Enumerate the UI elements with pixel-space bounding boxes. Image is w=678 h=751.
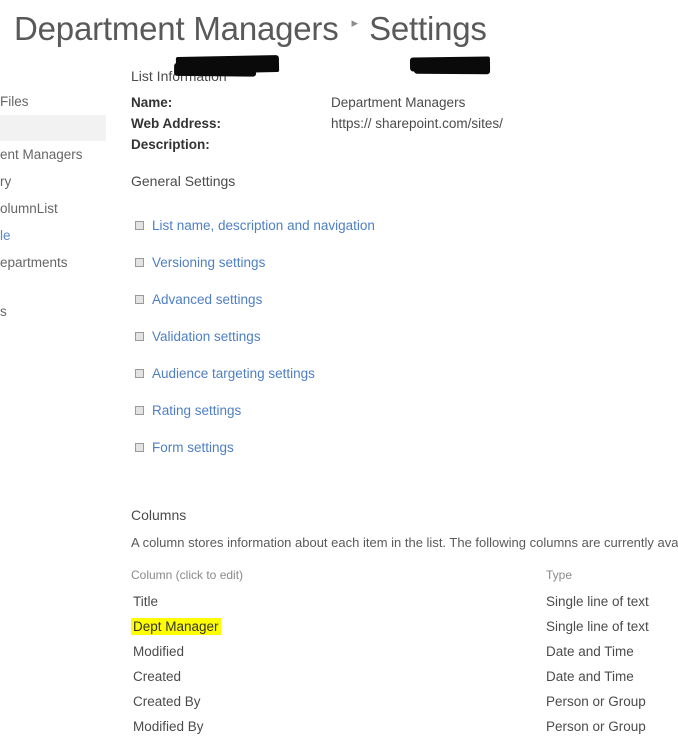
column-name-cell: Created — [131, 664, 546, 689]
table-row: Title Single line of text — [131, 589, 678, 614]
settings-row-validation: Validation settings — [131, 318, 678, 355]
bullet-square-icon — [135, 369, 144, 378]
sidebar-item-files[interactable]: Files — [0, 88, 106, 115]
settings-row-advanced: Advanced settings — [131, 281, 678, 318]
sidebar-selected-band — [0, 115, 106, 141]
column-link-modified[interactable]: Modified — [131, 643, 186, 660]
columns-section: Columns A column stores information abou… — [131, 507, 678, 739]
settings-content: List Information Name: Department Manage… — [131, 0, 678, 751]
column-type-cell: Single line of text — [546, 619, 649, 634]
column-name-cell: Modified By — [131, 714, 546, 739]
settings-row-rating: Rating settings — [131, 392, 678, 429]
link-form-settings[interactable]: Form settings — [152, 440, 234, 455]
table-row: Modified Date and Time — [131, 639, 678, 664]
bullet-square-icon — [135, 406, 144, 415]
list-information-title: List Information — [131, 68, 227, 84]
settings-row-form: Form settings — [131, 429, 678, 466]
sidebar-item-columnlist[interactable]: olumnList — [0, 195, 106, 222]
column-link-dept-manager[interactable]: Dept Manager — [131, 618, 221, 635]
column-name-cell: Modified — [131, 639, 546, 664]
settings-row-versioning: Versioning settings — [131, 244, 678, 281]
column-type-cell: Date and Time — [546, 669, 634, 684]
link-advanced-settings[interactable]: Advanced settings — [152, 292, 262, 307]
sidebar-item-departments[interactable]: epartments — [0, 249, 106, 276]
bullet-square-icon — [135, 295, 144, 304]
info-row-web-address: Web Address: https:// sharepoint.com/sit… — [131, 55, 678, 137]
link-rating-settings[interactable]: Rating settings — [152, 403, 241, 418]
list-information-section: List Information Name: Department Manage… — [131, 55, 678, 158]
bullet-square-icon — [135, 258, 144, 267]
link-versioning-settings[interactable]: Versioning settings — [152, 255, 265, 270]
bullet-square-icon — [135, 221, 144, 230]
table-row: Created Date and Time — [131, 664, 678, 689]
sidebar-item-s[interactable]: s — [0, 298, 106, 325]
sidebar-item-le[interactable]: le — [0, 222, 106, 249]
column-link-modified-by[interactable]: Modified By — [131, 718, 206, 735]
info-label-web-address: Web Address: — [131, 116, 222, 131]
column-link-created[interactable]: Created — [131, 668, 183, 685]
column-header-name: Column (click to edit) — [131, 568, 244, 582]
column-type-cell: Person or Group — [546, 719, 646, 734]
column-type-cell: Date and Time — [546, 644, 634, 659]
info-label-description: Description: — [131, 137, 210, 152]
general-settings-section: General Settings List name, description … — [131, 173, 678, 466]
table-row: Created By Person or Group — [131, 689, 678, 714]
column-name-cell: Dept Manager — [131, 614, 546, 639]
columns-title: Columns — [131, 507, 187, 523]
columns-description: A column stores information about each i… — [131, 535, 678, 550]
column-type-cell: Single line of text — [546, 594, 649, 609]
table-row: Dept Manager Single line of text — [131, 614, 678, 639]
table-row: Modified By Person or Group — [131, 714, 678, 739]
columns-table-header-row: Column (click to edit) Type — [131, 561, 678, 589]
info-value-name: Department Managers — [331, 95, 466, 110]
settings-row-list-name: List name, description and navigation — [131, 207, 678, 244]
link-audience-targeting-settings[interactable]: Audience targeting settings — [152, 366, 315, 381]
left-navigation: Files ent Managers ry olumnList le epart… — [0, 88, 106, 325]
info-value-web-address: https:// sharepoint.com/sites/ — [331, 116, 503, 131]
column-name-cell: Created By — [131, 689, 546, 714]
info-row-name: Name: Department Managers — [131, 95, 678, 116]
bullet-square-icon — [135, 332, 144, 341]
column-type-cell: Person or Group — [546, 694, 646, 709]
info-label-name: Name: — [131, 95, 173, 110]
column-header-type: Type — [546, 568, 573, 582]
link-validation-settings[interactable]: Validation settings — [152, 329, 261, 344]
info-row-description: Description: — [131, 137, 678, 158]
column-name-cell: Title — [131, 589, 546, 614]
sidebar-item-department-managers[interactable]: ent Managers — [0, 141, 106, 168]
column-link-created-by[interactable]: Created By — [131, 693, 203, 710]
column-link-title[interactable]: Title — [131, 593, 160, 610]
bullet-square-icon — [135, 443, 144, 452]
columns-table: Column (click to edit) Type Title Single… — [131, 561, 678, 739]
sidebar-item-ry[interactable]: ry — [0, 168, 106, 195]
link-list-name-description-navigation[interactable]: List name, description and navigation — [152, 218, 375, 233]
general-settings-title: General Settings — [131, 173, 236, 189]
settings-row-audience-targeting: Audience targeting settings — [131, 355, 678, 392]
